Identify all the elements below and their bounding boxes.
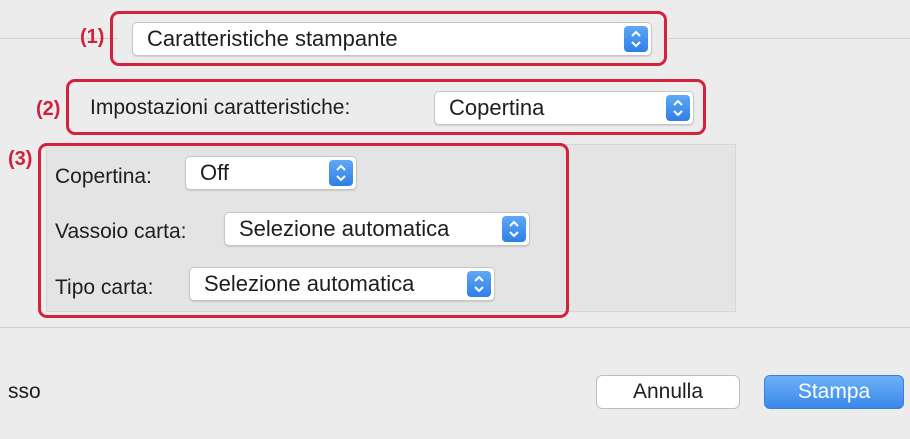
paper-type-popup[interactable]: Selezione automatica xyxy=(189,267,495,301)
cover-label: Copertina: xyxy=(55,165,152,188)
section-popup-value: Caratteristiche stampante xyxy=(147,26,398,51)
bottom-separator xyxy=(0,327,910,328)
paper-tray-popup[interactable]: Selezione automatica xyxy=(224,212,530,246)
callout-2: (2) xyxy=(36,98,61,120)
cancel-button[interactable]: Annulla xyxy=(596,375,740,409)
chevron-updown-icon xyxy=(666,95,690,121)
chevron-updown-icon xyxy=(502,216,526,242)
chevron-updown-icon xyxy=(467,271,491,297)
feature-settings-label: Impostazioni caratteristiche: xyxy=(90,96,351,119)
paper-tray-label: Vassoio carta: xyxy=(55,220,187,243)
chevron-updown-icon xyxy=(624,26,648,52)
chevron-updown-icon xyxy=(329,160,353,186)
top-separator-right xyxy=(668,38,910,39)
print-button[interactable]: Stampa xyxy=(764,375,904,409)
callout-3: (3) xyxy=(8,148,33,170)
feature-settings-popup[interactable]: Copertina xyxy=(434,91,694,125)
paper-tray-value: Selezione automatica xyxy=(239,216,450,241)
cover-popup[interactable]: Off xyxy=(185,156,357,190)
feature-settings-value: Copertina xyxy=(449,95,545,120)
callout-1: (1) xyxy=(80,26,105,48)
cover-value: Off xyxy=(200,160,229,185)
paper-type-value: Selezione automatica xyxy=(204,271,415,296)
footer-left-text: sso xyxy=(8,380,41,403)
section-popup[interactable]: Caratteristiche stampante xyxy=(132,22,652,56)
paper-type-label: Tipo carta: xyxy=(55,276,154,299)
